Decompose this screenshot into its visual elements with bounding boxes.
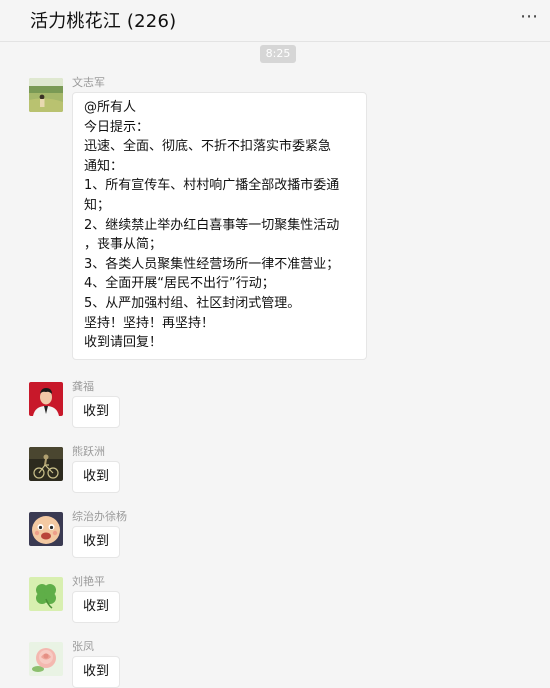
message-line: 收到请回复！ [84,335,163,351]
chat-header: 活力桃花江 (226) ⋯ [0,0,550,42]
message-line: 3、各类人员聚集性经营场所一律不准营业； [84,256,340,272]
sender-name: 熊跃洲 [72,445,105,458]
group-chat-title: 活力桃花江 (226) [30,11,177,32]
sender-name: 刘艳平 [72,575,105,588]
message-line: 1、所有宣传车、村村响广播全部改播市委通 [84,178,340,194]
message-bubble[interactable]: 收到 [72,591,121,623]
message-line: 5、从严加强村组、社区封闭式管理。 [84,295,301,311]
message-line: @所有人 [84,100,137,115]
message-line: ，丧事从简； [84,237,163,253]
sender-name: 龚福 [72,380,94,393]
field-photo-avatar[interactable] [29,78,63,112]
baby-face-avatar[interactable] [29,512,63,546]
message-bubble[interactable]: 收到 [72,396,121,428]
message-bubble[interactable]: 收到 [72,461,121,493]
sender-name: 文志军 [72,76,105,89]
message-bubble[interactable]: @所有人 今日提示： 迅速、全面、彻底、不折不扣落实市委紧急 通知： 1、所有宣… [72,92,367,360]
message-line: 4、全面开展“居民不出行”行动； [84,276,275,292]
message-line: 2、继续禁止举办红白喜事等一切聚集性活动 [84,217,340,233]
message-line: 今日提示： [84,119,150,135]
message-line: 通知： [84,158,124,174]
more-dots-icon[interactable]: ⋯ [520,6,540,27]
message-line: 知； [84,197,111,213]
cyclist-night-avatar[interactable] [29,447,63,481]
pink-rose-avatar[interactable] [29,642,63,676]
message-line: 坚持！坚持！再坚持！ [84,315,215,331]
man-red-background-avatar[interactable] [29,382,63,416]
message-timestamp: 8:25 [260,45,296,63]
message-bubble[interactable]: 收到 [72,526,121,558]
sender-name: 综治办徐杨 [72,510,127,523]
message-line: 迅速、全面、彻底、不折不扣落实市委紧急 [84,139,332,155]
clover-avatar[interactable] [29,577,63,611]
message-bubble[interactable]: 收到 [72,656,121,688]
sender-name: 张凤 [72,640,94,653]
